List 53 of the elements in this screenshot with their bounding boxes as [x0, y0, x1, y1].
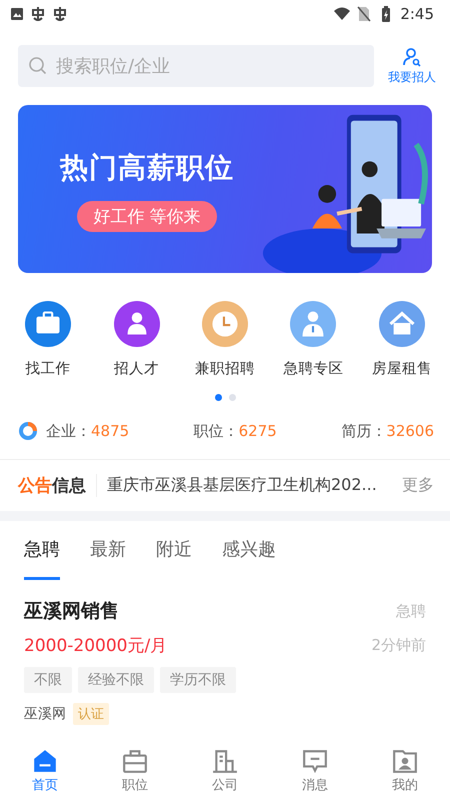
- nav-tab[interactable]: 消息: [285, 748, 345, 794]
- stat-label: 简历：: [341, 422, 386, 440]
- tab[interactable]: 感兴趣: [222, 537, 276, 580]
- company-name: 巫溪网: [24, 705, 66, 723]
- shortcut-item[interactable]: 房屋租售: [358, 301, 446, 378]
- promo-banner[interactable]: 热门高薪职位 好工作 等你来: [18, 105, 432, 273]
- stat-value: 6275: [238, 422, 277, 440]
- nav-tab[interactable]: 公司: [195, 748, 255, 794]
- home-icon: [32, 748, 58, 774]
- bug-icon: [52, 6, 68, 22]
- shortcut-item[interactable]: 急聘专区: [269, 301, 358, 378]
- stat-label: 企业：: [46, 422, 91, 440]
- clock-time: 2:45: [400, 4, 434, 22]
- shortcut-item[interactable]: 招人才: [92, 301, 181, 378]
- post-time: 2分钟前: [371, 636, 426, 655]
- stat-label: 职位：: [194, 422, 239, 440]
- tab[interactable]: 附近: [156, 537, 192, 580]
- notice-logo-text: 信息: [52, 475, 86, 497]
- slogan-pill: 好工作 等你来: [77, 201, 217, 232]
- search-field[interactable]: 搜索职位/企业: [18, 45, 374, 87]
- page-dot[interactable]: [228, 394, 236, 401]
- requirement-tag: 经验不限: [78, 667, 154, 693]
- notice-headline[interactable]: 重庆市巫溪县基层医疗卫生机构202...: [107, 475, 392, 496]
- person-search-icon: [402, 46, 422, 66]
- tab[interactable]: 最新: [90, 537, 126, 580]
- job-card[interactable]: 巫溪网销售 急聘 2000-20000元/月 2分钟前 不限 经验不限 学历不限 巫溪网 认证: [0, 580, 450, 725]
- salary-text: 2000-20000元/月: [24, 635, 168, 657]
- image-icon: [10, 6, 24, 20]
- message-icon: [302, 748, 328, 774]
- nav-tab[interactable]: 职位: [105, 748, 165, 794]
- donut-chart-icon: [18, 421, 38, 441]
- recruit-button[interactable]: 我要招人: [388, 46, 436, 86]
- bug-icon: [30, 6, 46, 22]
- briefcase-icon: [122, 748, 148, 774]
- profile-icon: [392, 748, 418, 774]
- urgent-label: 急聘: [396, 602, 426, 620]
- no-sim-icon: [356, 6, 372, 22]
- tab[interactable]: 急聘: [24, 537, 60, 580]
- requirement-tag: 不限: [24, 667, 72, 693]
- job-title: 巫溪网销售: [24, 599, 119, 624]
- wifi-icon: [334, 6, 350, 22]
- nav-tab[interactable]: 首页: [15, 748, 75, 794]
- page-dot[interactable]: [214, 394, 222, 401]
- notice-logo-accent: 公告: [18, 475, 52, 497]
- shortcut-item[interactable]: 兼职招聘: [180, 301, 270, 378]
- stat-value: 4875: [91, 422, 130, 440]
- nav-tab[interactable]: 我的: [375, 748, 435, 794]
- requirement-tag: 学历不限: [160, 667, 236, 693]
- stat-value: 32606: [386, 422, 434, 440]
- verified-tag: 认证: [73, 703, 109, 725]
- banner-title: 热门高薪职位: [60, 150, 234, 186]
- building-icon: [212, 748, 238, 774]
- shortcut-item[interactable]: 找工作: [4, 301, 92, 378]
